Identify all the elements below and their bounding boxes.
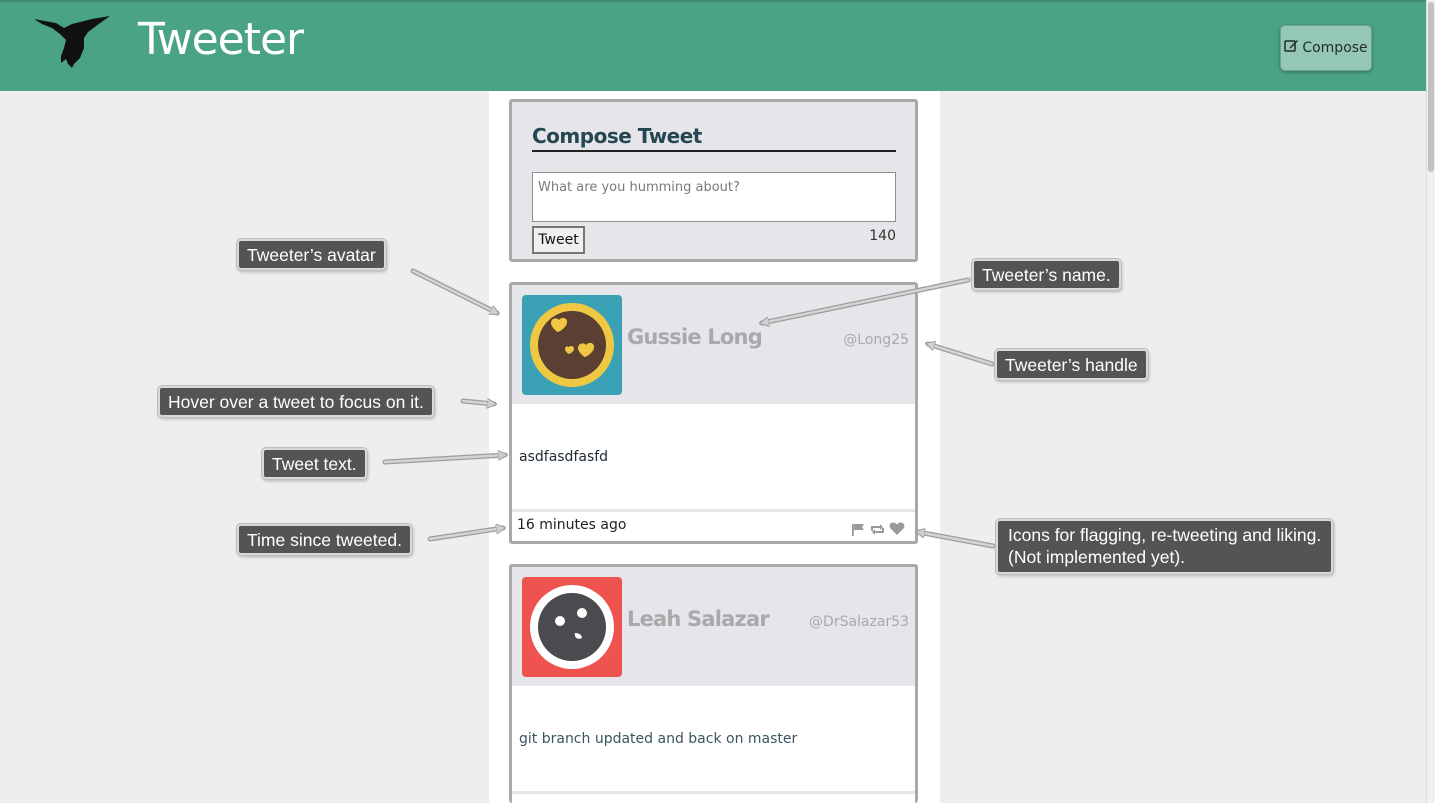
- annotation-avatar: Tweeter’s avatar: [237, 239, 386, 270]
- annotation-tweet-text: Tweet text.: [262, 448, 367, 479]
- annotation-handle: Tweeter’s handle: [995, 349, 1148, 380]
- annotation-name: Tweeter’s name.: [972, 259, 1121, 290]
- annotation-icons-line1: Icons for flagging, re-tweeting and liki…: [1008, 525, 1322, 545]
- annotation-icons-line2: (Not implemented yet).: [1008, 547, 1186, 567]
- annotation-time: Time since tweeted.: [237, 524, 412, 555]
- annotation-hover: Hover over a tweet to focus on it.: [158, 386, 434, 417]
- annotation-icons: Icons for flagging, re-tweeting and liki…: [996, 519, 1334, 574]
